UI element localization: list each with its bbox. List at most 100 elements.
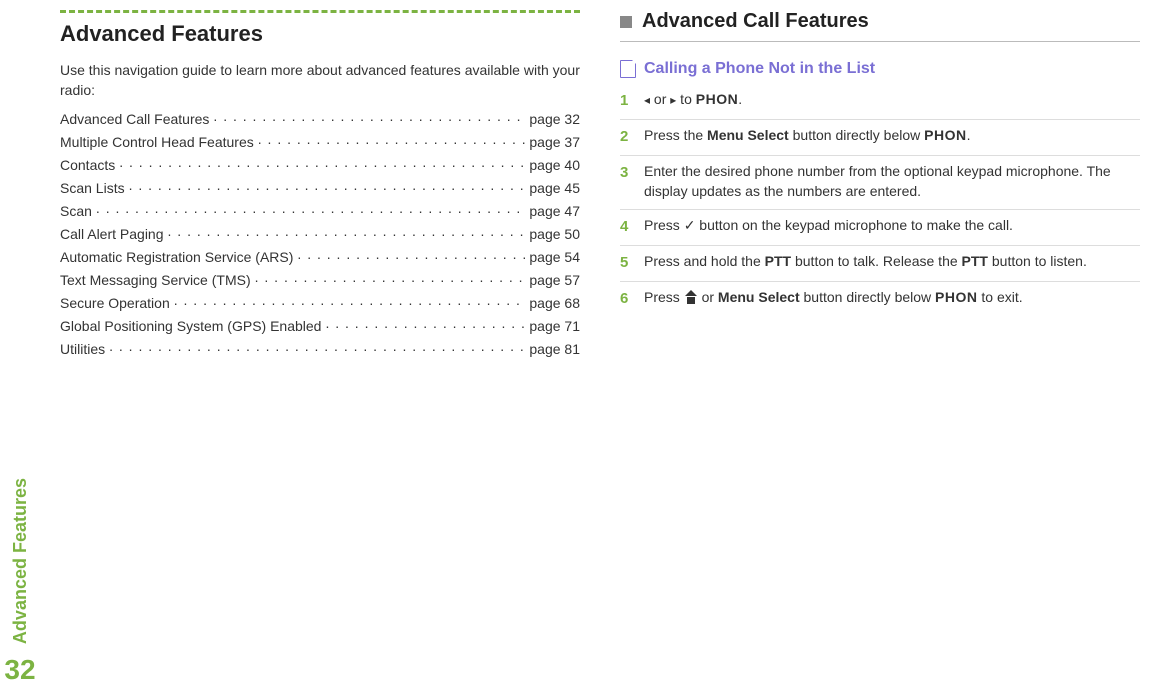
step-text-or: or <box>698 289 718 305</box>
toc-dots <box>213 110 525 124</box>
right-header: Advanced Call Features <box>620 10 1140 33</box>
toc-dots <box>258 133 526 147</box>
step-text: Enter the desired phone number from the … <box>644 162 1140 201</box>
toc-page: page 68 <box>529 295 580 311</box>
step-text-c: button to listen. <box>988 253 1087 269</box>
toc-dots <box>129 179 526 193</box>
step-text-dot: . <box>738 91 742 107</box>
toc-label: Automatic Registration Service (ARS) <box>60 249 293 265</box>
step-text-b: button to talk. Release the <box>791 253 961 269</box>
page-number: 32 <box>4 654 35 686</box>
toc-item[interactable]: Multiple Control Head Features page 37 <box>60 133 580 150</box>
sidebar-label: Advanced Features <box>10 478 31 644</box>
sub-title: Calling a Phone Not in the List <box>644 60 875 78</box>
step-text: Press the Menu Select button directly be… <box>644 126 1140 147</box>
toc-page: page 47 <box>529 203 580 219</box>
toc-item[interactable]: Global Positioning System (GPS) Enabled p… <box>60 317 580 334</box>
toc-page: page 45 <box>529 180 580 196</box>
display-text-phon: PHON <box>924 127 966 143</box>
toc-label: Multiple Control Head Features <box>60 134 254 150</box>
step-text-post: button on the keypad microphone to make … <box>695 217 1013 233</box>
toc-label: Contacts <box>60 157 115 173</box>
toc-dots <box>168 225 526 239</box>
step-text-a: Press and hold the <box>644 253 765 269</box>
toc-item[interactable]: Text Messaging Service (TMS) page 57 <box>60 271 580 288</box>
toc-page: page 54 <box>529 249 580 265</box>
toc-page: page 71 <box>529 318 580 334</box>
step-item: 6 Press or Menu Select button directly b… <box>620 282 1140 317</box>
toc-page: page 81 <box>529 341 580 357</box>
step-text-dot: . <box>967 127 971 143</box>
step-text-bold: PTT <box>765 253 791 269</box>
toc-item[interactable]: Call Alert Paging page 50 <box>60 225 580 242</box>
toc-item[interactable]: Utilities page 81 <box>60 340 580 357</box>
toc-dots <box>174 294 526 308</box>
sub-header: Calling a Phone Not in the List <box>620 60 1140 78</box>
toc-dots <box>109 340 525 354</box>
bullet-square-icon <box>620 16 632 28</box>
toc-page: page 32 <box>529 111 580 127</box>
content: Advanced Features Use this navigation gu… <box>40 0 1164 696</box>
step-number: 1 <box>620 90 644 111</box>
toc-dots <box>96 202 525 216</box>
toc-label: Scan <box>60 203 92 219</box>
step-text-mid: button directly below <box>789 127 924 143</box>
step-text-bold: Menu Select <box>718 289 800 305</box>
toc-item[interactable]: Scan Lists page 45 <box>60 179 580 196</box>
toc-item[interactable]: Automatic Registration Service (ARS) page… <box>60 248 580 265</box>
step-item: 4 Press ✓ button on the keypad microphon… <box>620 210 1140 246</box>
page-container: Advanced Features 32 Advanced Features U… <box>0 0 1164 696</box>
step-text-pre: Press <box>644 289 684 305</box>
toc-item[interactable]: Contacts page 40 <box>60 156 580 173</box>
toc-dots <box>325 317 525 331</box>
toc-dots <box>255 271 526 285</box>
step-number: 3 <box>620 162 644 201</box>
step-text-bold: PTT <box>962 253 988 269</box>
home-icon <box>684 292 698 304</box>
step-text-pre: Press <box>644 217 684 233</box>
toc-item[interactable]: Advanced Call Featurespage 32 <box>60 110 580 127</box>
step-item: 2 Press the Menu Select button directly … <box>620 120 1140 156</box>
step-number: 2 <box>620 126 644 147</box>
toc-page: page 50 <box>529 226 580 242</box>
step-text-post: to exit. <box>977 289 1022 305</box>
step-number: 4 <box>620 216 644 237</box>
display-text-phon: PHON <box>935 289 977 305</box>
document-icon <box>620 60 636 78</box>
toc-page: page 37 <box>529 134 580 150</box>
toc-page: page 40 <box>529 157 580 173</box>
check-icon: ✓ <box>684 217 696 233</box>
dashed-divider <box>60 10 580 13</box>
toc-item[interactable]: Secure Operation page 68 <box>60 294 580 311</box>
right-column: Advanced Call Features Calling a Phone N… <box>620 10 1140 686</box>
toc-dots <box>119 156 525 170</box>
step-item: 1 ◂ or ▸ to PHON. <box>620 84 1140 120</box>
sidebar: Advanced Features 32 <box>0 0 40 696</box>
step-text-pre: Press the <box>644 127 707 143</box>
thin-divider <box>620 41 1140 42</box>
step-number: 5 <box>620 252 644 273</box>
steps-list: 1 ◂ or ▸ to PHON. 2 Press the Menu Selec… <box>620 84 1140 317</box>
left-column: Advanced Features Use this navigation gu… <box>60 10 580 686</box>
toc-label: Text Messaging Service (TMS) <box>60 272 251 288</box>
toc-item[interactable]: Scan page 47 <box>60 202 580 219</box>
section-title: Advanced Features <box>60 21 580 47</box>
step-text-or: or <box>650 91 670 107</box>
step-text: Press and hold the PTT button to talk. R… <box>644 252 1140 273</box>
display-text-phon: PHON <box>696 91 738 107</box>
step-text: Press or Menu Select button directly bel… <box>644 288 1140 309</box>
toc-label: Global Positioning System (GPS) Enabled <box>60 318 321 334</box>
step-text-bold: Menu Select <box>707 127 789 143</box>
step-item: 5 Press and hold the PTT button to talk.… <box>620 246 1140 282</box>
right-title: Advanced Call Features <box>642 10 869 33</box>
toc-label: Utilities <box>60 341 105 357</box>
toc-label: Secure Operation <box>60 295 170 311</box>
toc-label: Scan Lists <box>60 180 125 196</box>
toc-list: Advanced Call Featurespage 32 Multiple C… <box>60 110 580 357</box>
step-text: ◂ or ▸ to PHON. <box>644 90 1140 111</box>
step-item: 3 Enter the desired phone number from th… <box>620 156 1140 210</box>
step-number: 6 <box>620 288 644 309</box>
step-text: Press ✓ button on the keypad microphone … <box>644 216 1140 237</box>
toc-label: Call Alert Paging <box>60 226 164 242</box>
toc-page: page 57 <box>529 272 580 288</box>
